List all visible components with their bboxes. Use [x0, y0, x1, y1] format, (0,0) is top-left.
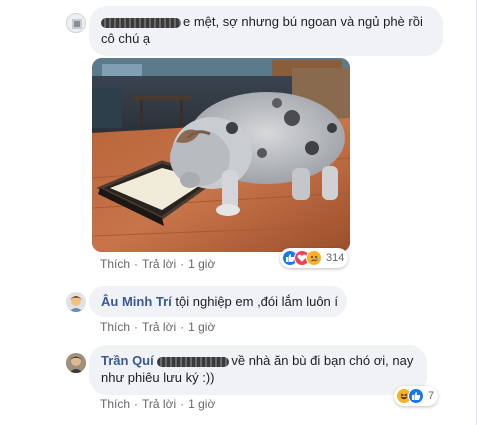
comment-actions: Thích · Trả lời · 1 giờ — [100, 397, 215, 411]
separator: · — [180, 320, 185, 334]
comment-actions: Thích · Trả lời · 1 giờ — [100, 320, 215, 334]
author-name[interactable]: Trần Quí — [101, 353, 154, 368]
comment-bubble: e mệt, sợ nhưng bú ngoan và ngủ phè rồi … — [89, 6, 443, 56]
separator: · — [134, 320, 139, 334]
comment-bubble: Trần Quí về nhà ăn bù đi bạn chó ơi, nay… — [89, 345, 427, 395]
comment-text: e mệt, sợ nhưng bú ngoan và ngủ phè rồi — [183, 14, 423, 29]
like-link[interactable]: Thích — [100, 320, 130, 334]
reaction-count: 7 — [428, 390, 435, 402]
redacted-author-surname — [157, 356, 230, 367]
timestamp[interactable]: 1 giờ — [188, 257, 215, 271]
comment-thread: e mệt, sợ nhưng bú ngoan và ngủ phè rồi … — [0, 0, 477, 425]
avatar-placeholder-icon — [72, 19, 82, 29]
comment-text: tội nghiệp em ,đói lắm luôn í — [175, 294, 339, 309]
reply-link[interactable]: Trả lời — [142, 397, 176, 411]
reply-link[interactable]: Trả lời — [142, 257, 176, 271]
comment-photo[interactable] — [92, 58, 350, 252]
reply-link[interactable]: Trả lời — [142, 320, 176, 334]
puppy-drinking-milk-image — [92, 58, 350, 252]
avatar-image — [66, 353, 86, 373]
redacted-author-name — [101, 17, 181, 28]
separator: · — [134, 257, 139, 271]
avatar[interactable] — [66, 13, 86, 33]
like-reaction-icon — [408, 388, 424, 404]
comment-text: về nhà ăn bù đi bạn chó ơi, nay — [231, 353, 414, 368]
comment-text-continued: như phiêu lưu ký :)) — [101, 370, 215, 385]
reaction-count: 314 — [326, 252, 345, 264]
like-link[interactable]: Thích — [100, 397, 130, 411]
avatar[interactable] — [66, 292, 86, 312]
timestamp[interactable]: 1 giờ — [188, 320, 215, 334]
comment-bubble: Âu Minh Trí tội nghiệp em ,đói lắm luôn … — [89, 286, 347, 317]
separator: · — [180, 397, 185, 411]
avatar[interactable] — [66, 353, 86, 373]
reaction-summary[interactable]: 314 — [280, 248, 349, 268]
reaction-summary[interactable]: 7 — [394, 386, 439, 406]
separator: · — [180, 257, 185, 271]
author-name[interactable]: Âu Minh Trí — [101, 294, 172, 309]
separator: · — [134, 397, 139, 411]
like-link[interactable]: Thích — [100, 257, 130, 271]
timestamp[interactable]: 1 giờ — [188, 397, 215, 411]
comment-text-continued: cô chú ạ — [101, 31, 151, 46]
comment-actions: Thích · Trả lời · 1 giờ — [100, 257, 215, 271]
sad-reaction-icon — [306, 250, 322, 266]
avatar-image — [66, 292, 86, 312]
